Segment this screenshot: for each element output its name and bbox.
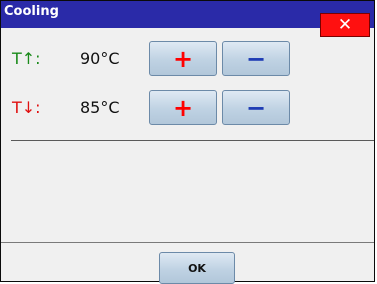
ok-button-label: OK [188,261,206,275]
cooling-dialog: Cooling ✕ T↑: 90°C + − T↓: 85°C + − OK [0,0,375,284]
content-divider [11,140,374,141]
upper-threshold-decrease-button[interactable]: − [222,41,290,76]
lower-threshold-value: 85°C [80,98,120,117]
lower-threshold-label: T↓: [12,98,41,117]
title-bar: Cooling [1,1,374,28]
plus-icon: + [172,44,194,73]
lower-threshold-row: T↓: 85°C + − [1,87,374,131]
ok-button[interactable]: OK [159,252,235,284]
upper-threshold-value: 90°C [80,49,120,68]
upper-threshold-row: T↑: 90°C + − [1,38,374,82]
lower-threshold-increase-button[interactable]: + [149,90,217,125]
minus-icon: − [245,44,267,73]
window-title: Cooling [4,4,59,19]
close-icon: ✕ [337,15,353,35]
close-button[interactable]: ✕ [320,13,370,37]
upper-threshold-label: T↑: [12,49,41,68]
minus-icon: − [245,93,267,122]
lower-threshold-decrease-button[interactable]: − [222,90,290,125]
plus-icon: + [172,93,194,122]
upper-threshold-increase-button[interactable]: + [149,41,217,76]
footer-divider [1,242,374,243]
